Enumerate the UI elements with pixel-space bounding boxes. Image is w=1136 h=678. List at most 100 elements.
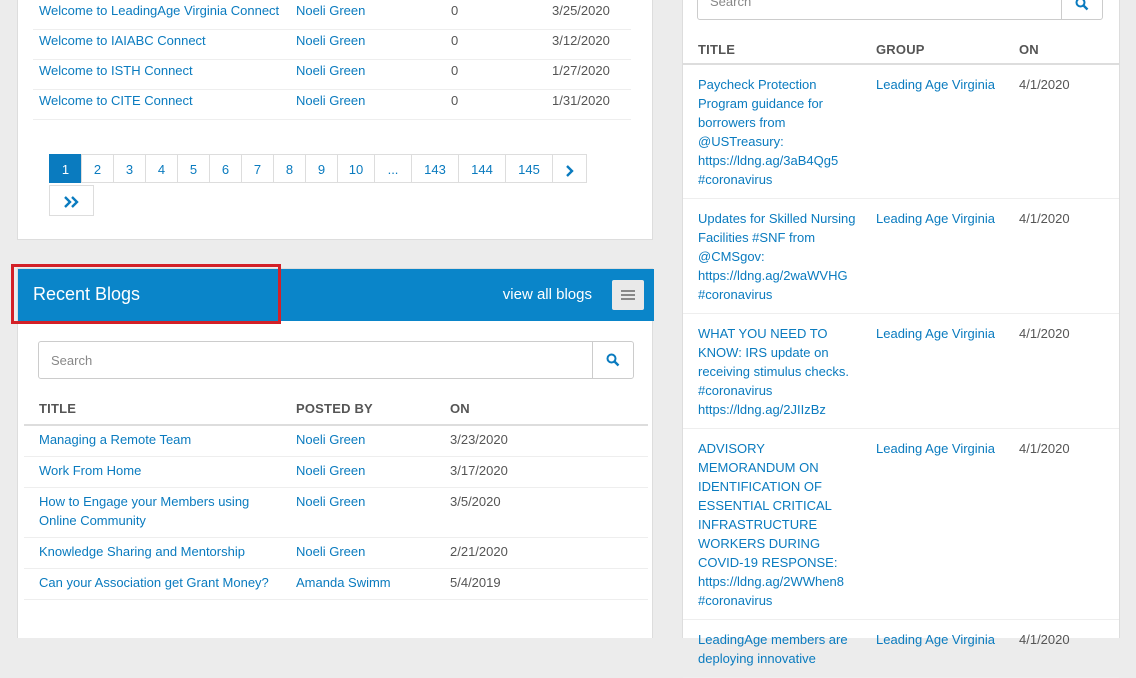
author-link[interactable]: Noeli Green bbox=[296, 463, 365, 478]
chevron-right-icon bbox=[565, 164, 574, 177]
table-row: Knowledge Sharing and Mentorship Noeli G… bbox=[24, 537, 648, 569]
blogs-title: Recent Blogs bbox=[33, 284, 141, 304]
author-link[interactable]: Amanda Swimm bbox=[296, 575, 391, 590]
posts-search-input[interactable]: Search bbox=[710, 0, 751, 9]
discussion-title-link[interactable]: Welcome to ISTH Connect bbox=[39, 63, 193, 78]
column-header-on: ON bbox=[1004, 40, 1119, 65]
reply-count: 0 bbox=[445, 29, 546, 60]
discussion-title-link[interactable]: Welcome to LeadingAge Virginia Connect bbox=[39, 3, 279, 18]
group-link[interactable]: Leading Age Virginia bbox=[876, 326, 995, 341]
post-title-link[interactable]: ADVISORY MEMORANDUM ON IDENTIFICATION OF… bbox=[698, 441, 844, 608]
author-link[interactable]: Noeli Green bbox=[296, 3, 365, 18]
hamburger-menu-icon[interactable] bbox=[612, 280, 644, 310]
reply-count: 0 bbox=[445, 59, 546, 90]
search-icon bbox=[606, 353, 620, 367]
page-ellipsis: ... bbox=[374, 154, 412, 183]
group-link[interactable]: Leading Age Virginia bbox=[876, 441, 995, 456]
table-row: Welcome to CITE Connect Noeli Green 0 1/… bbox=[33, 89, 631, 120]
post-title-link[interactable]: WHAT YOU NEED TO KNOW: IRS update on rec… bbox=[698, 326, 849, 417]
blogs-search-button[interactable] bbox=[592, 342, 633, 378]
blog-title-link[interactable]: Can your Association get Grant Money? bbox=[39, 575, 269, 590]
blogs-header-row: TITLE POSTED BY ON bbox=[24, 399, 648, 426]
next-page-button[interactable] bbox=[552, 154, 587, 183]
discussion-title-link[interactable]: Welcome to CITE Connect bbox=[39, 93, 193, 108]
table-row: Managing a Remote Team Noeli Green 3/23/… bbox=[24, 425, 648, 457]
group-link[interactable]: Leading Age Virginia bbox=[876, 211, 995, 226]
author-link[interactable]: Noeli Green bbox=[296, 494, 365, 509]
column-header-on: ON bbox=[435, 399, 648, 426]
post-title-link[interactable]: LeadingAge members are deploying innovat… bbox=[698, 632, 848, 666]
post-date: 3/12/2020 bbox=[546, 29, 631, 60]
column-header-posted-by: POSTED BY bbox=[281, 399, 435, 426]
table-row: Can your Association get Grant Money? Am… bbox=[24, 568, 648, 600]
group-posts-panel: Search TITLE GROUP ON Paycheck Protectio… bbox=[682, 0, 1120, 678]
author-link[interactable]: Noeli Green bbox=[296, 33, 365, 48]
blogs-search-input[interactable]: Search bbox=[51, 353, 92, 368]
table-row: Work From Home Noeli Green 3/17/2020 bbox=[24, 456, 648, 488]
table-row: WHAT YOU NEED TO KNOW: IRS update on rec… bbox=[683, 313, 1119, 429]
page-7-button[interactable]: 7 bbox=[241, 154, 274, 183]
reply-count: 0 bbox=[445, 89, 546, 120]
post-date: 3/5/2020 bbox=[435, 487, 648, 538]
table-row: How to Engage your Members using Online … bbox=[24, 487, 648, 538]
post-date: 1/31/2020 bbox=[546, 89, 631, 120]
post-date: 2/21/2020 bbox=[435, 537, 648, 569]
page-3-button[interactable]: 3 bbox=[113, 154, 146, 183]
group-link[interactable]: Leading Age Virginia bbox=[876, 77, 995, 92]
post-date: 4/1/2020 bbox=[1004, 64, 1119, 199]
post-title-link[interactable]: Updates for Skilled Nursing Facilities #… bbox=[698, 211, 856, 302]
page-9-button[interactable]: 9 bbox=[305, 154, 338, 183]
author-link[interactable]: Noeli Green bbox=[296, 544, 365, 559]
page-145-button[interactable]: 145 bbox=[505, 154, 553, 183]
post-date: 4/1/2020 bbox=[1004, 619, 1119, 678]
blog-title-link[interactable]: How to Engage your Members using Online … bbox=[39, 494, 249, 528]
table-row: Welcome to ISTH Connect Noeli Green 0 1/… bbox=[33, 59, 631, 90]
column-header-group: GROUP bbox=[861, 40, 1004, 65]
last-page-button[interactable] bbox=[49, 185, 94, 216]
author-link[interactable]: Noeli Green bbox=[296, 93, 365, 108]
page-6-button[interactable]: 6 bbox=[209, 154, 242, 183]
recent-blogs-panel: Recent Blogs view all blogs Search TITLE… bbox=[17, 268, 654, 638]
author-link[interactable]: Noeli Green bbox=[296, 63, 365, 78]
post-date: 3/23/2020 bbox=[435, 425, 648, 457]
pagination: 1 2 3 4 5 6 7 8 9 10 ... 143 144 145 bbox=[49, 154, 609, 183]
column-header-title: TITLE bbox=[24, 399, 281, 426]
blog-title-link[interactable]: Knowledge Sharing and Mentorship bbox=[39, 544, 245, 559]
blogs-table: TITLE POSTED BY ON Managing a Remote Tea… bbox=[24, 399, 648, 600]
search-icon bbox=[1075, 0, 1089, 11]
post-date: 5/4/2019 bbox=[435, 568, 648, 600]
discussion-title-link[interactable]: Welcome to IAIABC Connect bbox=[39, 33, 206, 48]
page-1-button[interactable]: 1 bbox=[49, 154, 82, 183]
table-row: ADVISORY MEMORANDUM ON IDENTIFICATION OF… bbox=[683, 428, 1119, 620]
discussions-table: Welcome to LeadingAge Virginia Connect N… bbox=[33, 0, 631, 120]
posts-header-row: TITLE GROUP ON bbox=[683, 40, 1119, 65]
post-title-link[interactable]: Paycheck Protection Program guidance for… bbox=[698, 77, 838, 187]
post-date: 3/25/2020 bbox=[546, 0, 631, 30]
discussions-panel: Welcome to LeadingAge Virginia Connect N… bbox=[17, 0, 653, 240]
group-link[interactable]: Leading Age Virginia bbox=[876, 632, 995, 647]
posts-table: TITLE GROUP ON Paycheck Protection Progr… bbox=[683, 40, 1119, 678]
blog-title-link[interactable]: Managing a Remote Team bbox=[39, 432, 191, 447]
post-date: 4/1/2020 bbox=[1004, 313, 1119, 429]
page-8-button[interactable]: 8 bbox=[273, 154, 306, 183]
blogs-search-field: Search bbox=[38, 341, 634, 379]
author-link[interactable]: Noeli Green bbox=[296, 432, 365, 447]
page-5-button[interactable]: 5 bbox=[177, 154, 210, 183]
posts-search-button[interactable] bbox=[1061, 0, 1102, 19]
view-all-blogs-link[interactable]: view all blogs bbox=[503, 286, 592, 303]
table-row: Welcome to LeadingAge Virginia Connect N… bbox=[33, 0, 631, 30]
page-2-button[interactable]: 2 bbox=[81, 154, 114, 183]
column-header-title: TITLE bbox=[683, 40, 861, 65]
page-4-button[interactable]: 4 bbox=[145, 154, 178, 183]
table-row: Welcome to IAIABC Connect Noeli Green 0 … bbox=[33, 29, 631, 60]
blog-title-link[interactable]: Work From Home bbox=[39, 463, 141, 478]
blogs-header: Recent Blogs view all blogs bbox=[18, 269, 654, 321]
table-row: Paycheck Protection Program guidance for… bbox=[683, 64, 1119, 199]
page-143-button[interactable]: 143 bbox=[411, 154, 459, 183]
posts-search-field: Search bbox=[697, 0, 1103, 20]
double-chevron-right-icon bbox=[63, 195, 79, 208]
table-row: LeadingAge members are deploying innovat… bbox=[683, 619, 1119, 678]
post-date: 1/27/2020 bbox=[546, 59, 631, 90]
page-10-button[interactable]: 10 bbox=[337, 154, 375, 183]
page-144-button[interactable]: 144 bbox=[458, 154, 506, 183]
